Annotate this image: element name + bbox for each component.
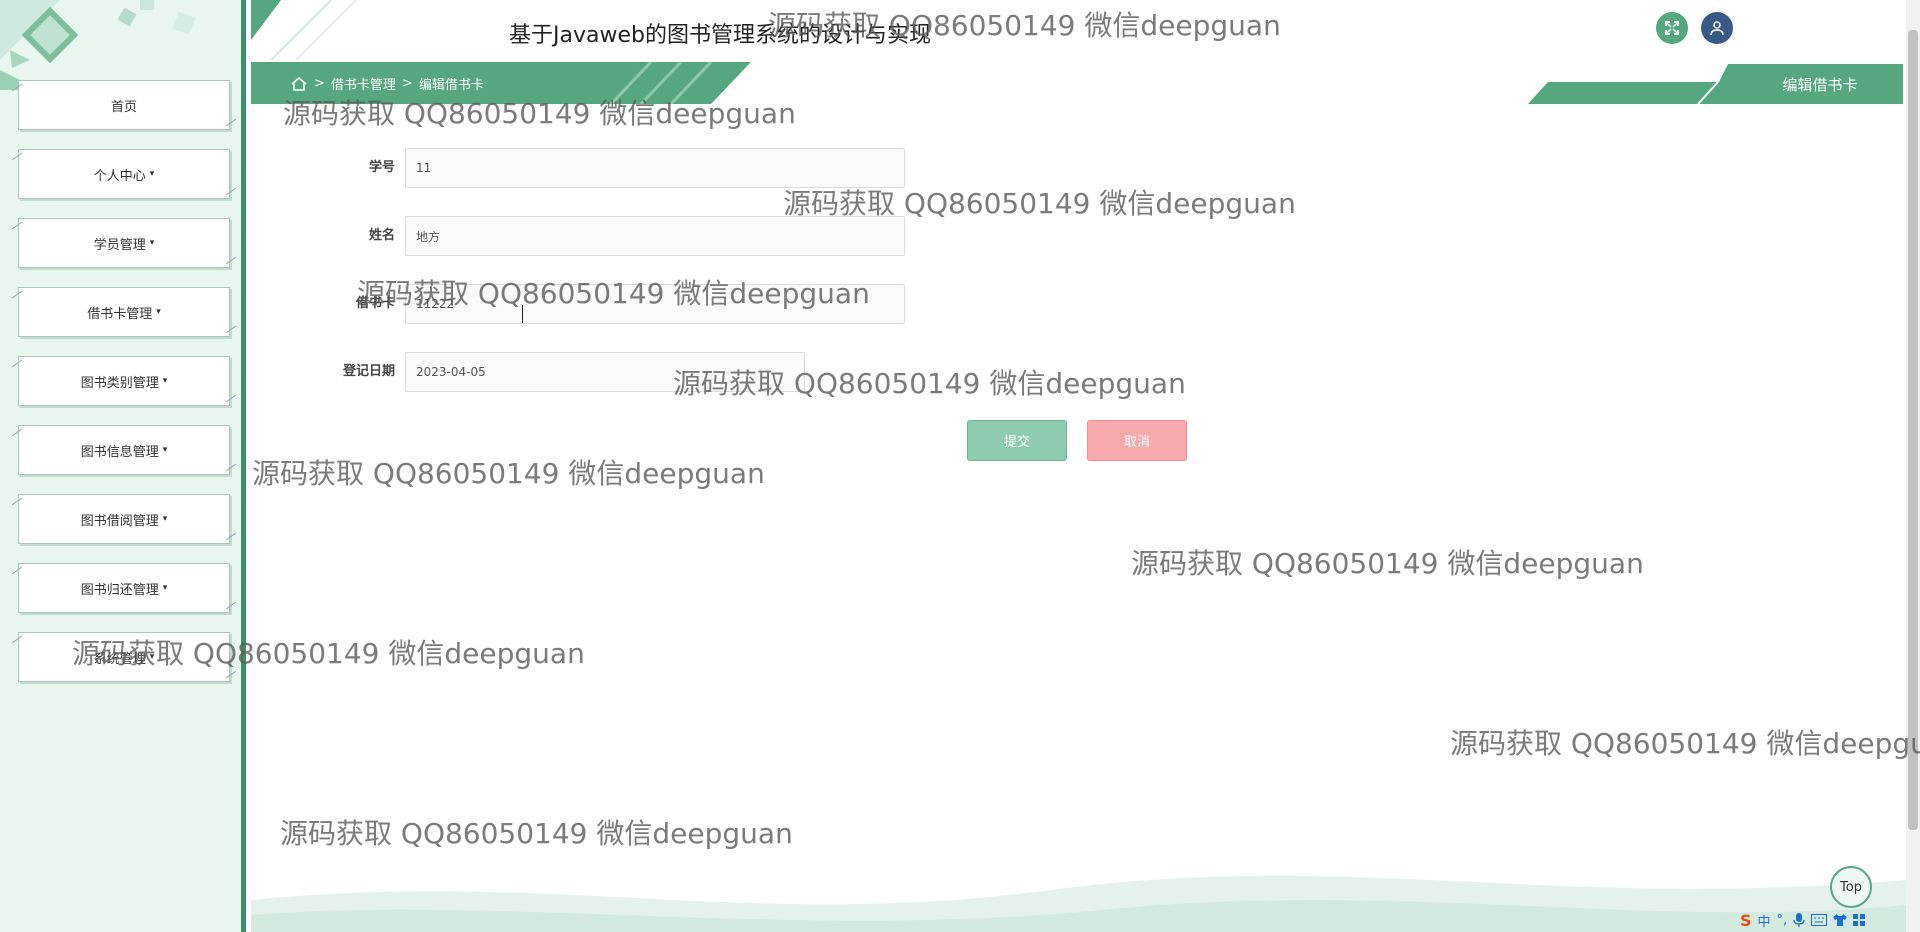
user-button[interactable] xyxy=(1701,12,1733,44)
site-title: 基于Javaweb的图书管理系统的设计与实现 xyxy=(509,23,931,48)
sidebar-item-label: 图书信息管理 xyxy=(80,444,159,460)
name-label: 姓名 xyxy=(368,228,395,243)
register-date-input[interactable] xyxy=(405,352,805,392)
ime-punctuation[interactable]: °, xyxy=(1777,913,1788,928)
caret-down-icon: ▾ xyxy=(162,445,168,455)
form-row-library-card: 借书卡 xyxy=(330,284,905,352)
library-card-input[interactable] xyxy=(405,284,905,324)
page-scrollbar[interactable] xyxy=(1906,0,1920,932)
caret-down-icon: ▾ xyxy=(149,652,155,662)
sidebar-item-book-category-management[interactable]: 图书类别管理 ▾ xyxy=(18,356,230,406)
sidebar-item-book-borrow-management[interactable]: 图书借阅管理 ▾ xyxy=(18,494,230,544)
cancel-button[interactable]: 取消 xyxy=(1087,420,1187,461)
microphone-icon[interactable] xyxy=(1793,913,1805,927)
watermark-text: 源码获取 QQ86050149 微信deepguan xyxy=(1450,727,1920,760)
user-icon xyxy=(1710,21,1724,36)
sidebar-menu: 首页 个人中心 ▾ 学员管理 ▾ 借书卡管理 ▾ 图书类别管理 ▾ 图书信息管理… xyxy=(18,80,230,701)
library-card-label: 借书卡 xyxy=(355,296,395,311)
ime-logo-icon: S xyxy=(1740,910,1752,930)
register-date-label: 登记日期 xyxy=(342,364,395,379)
submit-button[interactable]: 提交 xyxy=(967,420,1067,461)
caret-down-icon: ▾ xyxy=(162,376,168,386)
sidebar-item-student-management[interactable]: 学员管理 ▾ xyxy=(18,218,230,268)
footer-waves xyxy=(251,875,1906,932)
student-id-label: 学号 xyxy=(368,160,395,175)
sidebar-item-label: 系统管理 xyxy=(93,651,146,667)
caret-down-icon: ▾ xyxy=(156,307,161,317)
grid-icon[interactable] xyxy=(1853,914,1866,926)
form-actions: 提交 取消 xyxy=(967,420,1187,461)
sidebar-item-library-card-management[interactable]: 借书卡管理 ▾ xyxy=(18,287,230,337)
breadcrumb-separator: > xyxy=(314,76,325,91)
edit-library-card-form: 学号 姓名 借书卡 登记日期 xyxy=(330,148,905,420)
home-icon[interactable] xyxy=(290,76,308,92)
sidebar-item-label: 借书卡管理 xyxy=(87,306,153,322)
breadcrumb-link-library-card-management[interactable]: 借书卡管理 xyxy=(331,74,396,93)
form-row-name: 姓名 xyxy=(330,216,905,284)
keyboard-icon[interactable] xyxy=(1811,914,1828,926)
text-cursor xyxy=(522,305,524,323)
ime-toolbar[interactable]: S 中 °, xyxy=(1740,909,1866,931)
caret-down-icon: ▾ xyxy=(162,514,168,524)
header-decoration xyxy=(251,0,357,60)
fullscreen-button[interactable] xyxy=(1656,12,1688,44)
breadcrumb-separator: > xyxy=(401,76,413,91)
watermark-text: 源码获取 QQ86050149 微信deepguan xyxy=(1131,547,1644,580)
sidebar-item-label: 图书类别管理 xyxy=(80,375,159,391)
sidebar-item-book-return-management[interactable]: 图书归还管理 ▾ xyxy=(18,563,230,613)
sidebar-item-home[interactable]: 首页 xyxy=(18,80,230,130)
scrollbar-thumb[interactable] xyxy=(1908,30,1918,830)
sidebar-item-label: 学员管理 xyxy=(93,237,146,253)
sidebar-item-personal-center[interactable]: 个人中心 ▾ xyxy=(18,149,230,199)
watermark-text: 源码获取 QQ86050149 微信deepguan xyxy=(280,817,793,850)
sidebar-item-label: 图书归还管理 xyxy=(80,582,159,598)
breadcrumb-current: 编辑借书卡 xyxy=(418,78,484,93)
expand-icon xyxy=(1665,21,1679,35)
sidebar-item-label: 图书借阅管理 xyxy=(80,513,159,529)
top-header: 基于Javaweb的图书管理系统的设计与实现 xyxy=(251,0,1920,60)
breadcrumb: > 借书卡管理 > 编辑借书卡 xyxy=(290,74,484,93)
form-row-register-date: 登记日期 xyxy=(330,352,905,420)
watermark-text: 源码获取 QQ86050149 微信deepguan xyxy=(252,457,765,490)
caret-down-icon: ▾ xyxy=(149,169,155,179)
form-row-student-id: 学号 xyxy=(330,148,905,216)
sidebar-item-system-management[interactable]: 系统管理 ▾ xyxy=(18,632,230,682)
name-input[interactable] xyxy=(405,216,905,256)
sidebar-decoration xyxy=(0,0,196,90)
sidebar-item-label: 首页 xyxy=(110,99,137,115)
sidebar: 首页 个人中心 ▾ 学员管理 ▾ 借书卡管理 ▾ 图书类别管理 ▾ 图书信息管理… xyxy=(0,0,246,932)
caret-down-icon: ▾ xyxy=(149,238,155,248)
ime-language[interactable]: 中 xyxy=(1758,911,1771,930)
back-to-top-button[interactable]: Top xyxy=(1830,866,1872,908)
shirt-icon[interactable] xyxy=(1833,914,1848,926)
caret-down-icon: ▾ xyxy=(162,583,168,593)
sidebar-item-book-info-management[interactable]: 图书信息管理 ▾ xyxy=(18,425,230,475)
sidebar-item-label: 个人中心 xyxy=(93,168,146,184)
page-tab-title: 编辑借书卡 xyxy=(1782,76,1858,94)
student-id-input[interactable] xyxy=(405,148,905,188)
